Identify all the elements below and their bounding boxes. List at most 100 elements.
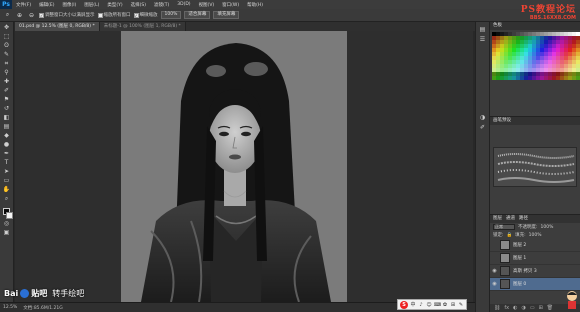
swatch[interactable] [500,72,504,76]
swatch[interactable] [504,64,508,68]
type-tool-icon[interactable]: T [2,159,12,167]
swatch[interactable] [508,72,512,76]
checkbox-icon[interactable]: ✓ [39,12,44,18]
swatch[interactable] [560,68,564,72]
swatch[interactable] [568,72,572,76]
quick-select-tool-icon[interactable]: ✎ [2,51,12,59]
swatch[interactable] [516,72,520,76]
zoom-level[interactable]: 12.5% [3,305,17,310]
menu-3d[interactable]: 3D(D) [173,2,194,7]
swatch[interactable] [492,44,496,48]
swatch[interactable] [560,72,564,76]
swatch[interactable] [552,68,556,72]
swatch[interactable] [540,44,544,48]
swatch[interactable] [536,72,540,76]
swatch[interactable] [560,32,564,36]
swatch[interactable] [524,76,528,80]
swatch[interactable] [560,60,564,64]
swatch[interactable] [516,56,520,60]
swatch[interactable] [568,52,572,56]
swatch[interactable] [576,32,580,36]
swatch[interactable] [492,60,496,64]
swatch[interactable] [504,36,508,40]
swatch[interactable] [524,60,528,64]
zoom-100-button[interactable]: 100% [160,11,182,19]
swatch[interactable] [552,32,556,36]
swatch[interactable] [512,68,516,72]
swatch[interactable] [520,64,524,68]
swatch[interactable] [492,64,496,68]
swatch[interactable] [564,76,568,80]
quick-mask-icon[interactable]: ◎ [2,220,12,228]
swatch[interactable] [532,76,536,80]
swatch[interactable] [548,76,552,80]
swatch[interactable] [492,76,496,80]
swatch[interactable] [552,52,556,56]
swatch[interactable] [572,48,576,52]
swatch[interactable] [560,40,564,44]
swatch[interactable] [508,60,512,64]
dodge-tool-icon[interactable]: ● [2,141,12,149]
swatch[interactable] [568,32,572,36]
swatch[interactable] [544,32,548,36]
checkbox-icon[interactable]: ✓ [133,12,139,18]
eraser-tool-icon[interactable]: ◧ [2,114,12,122]
swatch[interactable] [516,60,520,64]
scrubby-zoom-checkbox[interactable]: ✓ 细微缩放 [133,12,158,18]
swatch[interactable] [540,72,544,76]
swatch[interactable] [540,56,544,60]
swatch[interactable] [576,60,580,64]
swatch[interactable] [496,56,500,60]
menu-edit[interactable]: 编辑(E) [35,2,58,8]
lasso-tool-icon[interactable]: ʘ [2,42,12,50]
swatch[interactable] [552,44,556,48]
swatch[interactable] [548,56,552,60]
swatch[interactable] [540,48,544,52]
zoom-all-checkbox[interactable]: 缩放所有窗口 [97,12,131,18]
swatch[interactable] [532,44,536,48]
swatch[interactable] [512,76,516,80]
swatch[interactable] [572,60,576,64]
swatch[interactable] [556,64,560,68]
swatch[interactable] [568,76,572,80]
swatch[interactable] [524,52,528,56]
swatch[interactable] [564,40,568,44]
swatch[interactable] [548,64,552,68]
swatch[interactable] [508,56,512,60]
hand-tool-icon[interactable]: ✋ [2,186,12,194]
swatch[interactable] [492,72,496,76]
swatch[interactable] [556,56,560,60]
swatch[interactable] [500,40,504,44]
swatch[interactable] [520,36,524,40]
swatch[interactable] [548,44,552,48]
swatch[interactable] [556,52,560,56]
swatch[interactable] [492,56,496,60]
swatch[interactable] [536,52,540,56]
checkbox-icon[interactable] [97,12,103,18]
healing-brush-icon[interactable]: ✚ [2,78,12,86]
swatch[interactable] [496,60,500,64]
swatch[interactable] [552,36,556,40]
swatch[interactable] [532,60,536,64]
swatch[interactable] [520,56,524,60]
tab-paths[interactable]: 路径 [519,215,528,223]
swatch[interactable] [540,32,544,36]
swatch[interactable] [552,56,556,60]
swatch[interactable] [496,52,500,56]
swatch[interactable] [568,40,572,44]
swatch[interactable] [568,68,572,72]
swatch[interactable] [540,68,544,72]
swatch[interactable] [540,52,544,56]
swatch[interactable] [568,64,572,68]
swatch[interactable] [540,60,544,64]
move-tool-icon[interactable]: ✥ [2,24,12,32]
swatch[interactable] [556,76,560,80]
swatch[interactable] [524,56,528,60]
ime-item-icon[interactable]: 中 [410,302,416,308]
swatch[interactable] [528,68,532,72]
swatch[interactable] [516,76,520,80]
swatch[interactable] [512,56,516,60]
swatch[interactable] [564,72,568,76]
zoom-tool-icon[interactable]: ⌕ [3,11,12,20]
swatch[interactable] [500,32,504,36]
